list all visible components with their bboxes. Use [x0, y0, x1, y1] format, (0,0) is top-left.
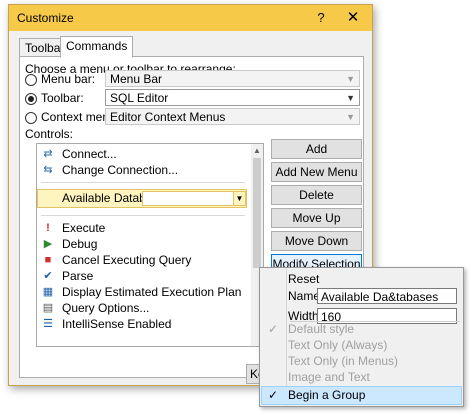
checkmark-icon: ✓ — [267, 322, 279, 336]
modify-selection-menu: Reset Name: Available Da&tabases Width: … — [259, 267, 464, 407]
list-item-label: Execute — [62, 221, 106, 235]
chevron-down-icon: ▼ — [346, 112, 355, 122]
play-icon: ▶ — [43, 238, 53, 250]
radio-circle-selected[interactable] — [25, 92, 37, 105]
toolbar-combo[interactable]: SQL Editor ▼ — [105, 89, 360, 106]
add-new-menu-button[interactable]: Add New Menu — [271, 162, 362, 182]
tab-commands[interactable]: Commands — [60, 36, 134, 58]
scroll-up-icon[interactable]: ▲ — [251, 146, 263, 155]
checkmark-icon: ✓ — [267, 388, 279, 402]
delete-button[interactable]: Delete — [271, 185, 362, 205]
list-item-label: Query Options... — [62, 301, 150, 315]
toolbar-label: Toolbar: — [41, 91, 84, 105]
begin-group-menu-item[interactable]: Begin a Group — [288, 385, 365, 405]
list-item[interactable]: ⇄ Connect... — [37, 146, 249, 163]
radio-circle[interactable] — [25, 111, 37, 124]
controls-list[interactable]: ⇄ Connect... ⇆ Change Connection... Avai… — [36, 143, 264, 347]
list-item[interactable]: ■ Cancel Executing Query — [37, 252, 249, 269]
list-item[interactable]: ☰ IntelliSense Enabled — [37, 316, 249, 333]
close-button[interactable]: ✕ — [342, 8, 364, 28]
default-style-menu-item[interactable]: Default style — [288, 321, 354, 338]
title-bar[interactable]: Customize ? ✕ — [9, 5, 372, 31]
list-item-label: Connect... — [62, 147, 117, 161]
move-up-button[interactable]: Move Up — [271, 208, 362, 228]
list-item[interactable]: ✔ Parse — [37, 268, 249, 285]
image-and-text-menu-item[interactable]: Image and Text — [288, 369, 370, 386]
chevron-down-icon: ▼ — [346, 74, 355, 84]
dialog-title: Customize — [17, 11, 74, 25]
exclamation-icon: ! — [46, 222, 50, 234]
list-separator — [41, 215, 245, 216]
toolbar-value: SQL Editor — [110, 91, 169, 105]
text-only-menus-menu-item[interactable]: Text Only (in Menus) — [288, 353, 398, 370]
list-separator — [41, 182, 245, 183]
text-only-always-menu-item[interactable]: Text Only (Always) — [288, 337, 387, 354]
query-options-icon: ▤ — [42, 302, 54, 314]
list-item[interactable]: ▦ Display Estimated Execution Plan — [37, 284, 249, 301]
change-connection-icon: ⇆ — [43, 164, 53, 176]
list-item[interactable]: ⇆ Change Connection... — [37, 162, 249, 179]
list-item-selected[interactable]: Available Databases ▼ — [37, 189, 247, 208]
list-item[interactable]: ▶ Debug — [37, 236, 249, 253]
menu-bar-value: Menu Bar — [110, 72, 163, 86]
chevron-down-icon[interactable]: ▼ — [233, 192, 245, 205]
list-item-label: Display Estimated Execution Plan — [62, 285, 242, 299]
menu-bar-radio[interactable]: Menu bar: — [25, 70, 95, 88]
checkmark-icon: ✔ — [43, 270, 53, 282]
stop-icon: ■ — [44, 254, 52, 266]
chevron-down-icon[interactable]: ▼ — [346, 90, 355, 107]
name-field[interactable]: Available Da&tabases — [317, 288, 457, 304]
menu-bar-label: Menu bar: — [41, 72, 96, 86]
scroll-thumb[interactable] — [253, 158, 261, 268]
intellisense-icon: ☰ — [43, 318, 53, 330]
list-item-label: Debug — [62, 237, 98, 251]
radio-circle[interactable] — [25, 73, 37, 86]
list-item-label: IntelliSense Enabled — [62, 317, 172, 331]
list-item-label: Parse — [62, 269, 94, 283]
toolbar-radio[interactable]: Toolbar: — [25, 89, 84, 107]
context-menu-combo: Editor Context Menus ▼ — [105, 108, 360, 125]
list-item-label: Cancel Executing Query — [62, 253, 192, 267]
connect-icon: ⇄ — [43, 148, 53, 160]
controls-label: Controls: — [25, 127, 74, 141]
list-item-label: Change Connection... — [62, 163, 179, 177]
add-command-button[interactable]: Add Command... — [271, 139, 362, 174]
move-down-button[interactable]: Move Down — [271, 231, 362, 251]
execution-plan-icon: ▦ — [42, 286, 54, 298]
help-button[interactable]: ? — [311, 9, 331, 27]
menu-bar-combo: Menu Bar ▼ — [105, 70, 360, 87]
available-databases-combo[interactable]: ▼ — [142, 191, 246, 206]
context-menu-value: Editor Context Menus — [110, 110, 226, 124]
list-item[interactable]: ! Execute — [37, 220, 249, 237]
list-item[interactable]: ▤ Query Options... — [37, 300, 249, 317]
